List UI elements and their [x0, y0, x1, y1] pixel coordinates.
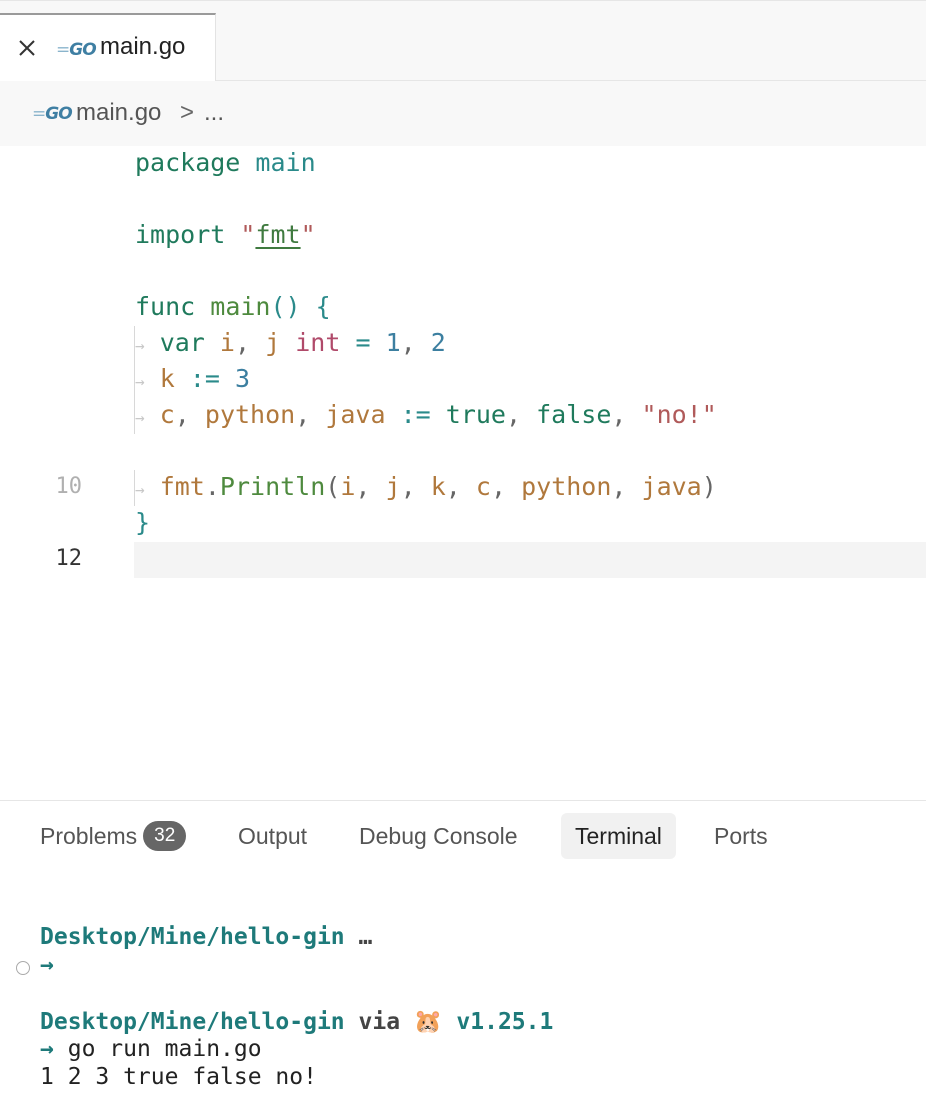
tab-arrow-icon: →	[135, 372, 145, 391]
tab-arrow-icon: →	[135, 480, 145, 499]
chevron-right-icon: >	[180, 99, 195, 126]
code-line: 12	[0, 542, 926, 578]
tab-output[interactable]: Output	[224, 813, 321, 859]
tab-arrow-icon: →	[135, 336, 145, 355]
editor-tab-bar: =GO main.go	[0, 0, 926, 82]
breadcrumb-symbols[interactable]: ...	[204, 99, 224, 127]
line-number: 10	[55, 474, 83, 499]
tab-problems-label: Problems	[40, 823, 138, 849]
tab-problems[interactable]: Problems 32	[26, 813, 200, 859]
breadcrumb: =GO main.go > ...	[0, 81, 926, 146]
line-number: 12	[55, 546, 83, 571]
tab-arrow-icon: →	[135, 408, 145, 427]
code-line: func main() {	[135, 292, 331, 321]
command-status-icon	[16, 961, 30, 975]
terminal-line: →	[40, 952, 54, 978]
tab-label: main.go	[100, 33, 186, 60]
tab-debug-console[interactable]: Debug Console	[345, 813, 532, 859]
code-line: 10 → fmt.Println(i, j, k, c, python, jav…	[0, 470, 926, 506]
breadcrumb-file[interactable]: main.go	[76, 99, 161, 127]
tab-terminal[interactable]: Terminal	[561, 813, 676, 859]
code-line: package main	[135, 148, 316, 177]
go-file-icon: =GO	[56, 40, 97, 60]
go-file-icon: =GO	[32, 104, 73, 124]
problems-count-badge: 32	[143, 820, 187, 851]
code-line: → k := 3	[135, 364, 251, 393]
code-line: → c, python, java := true, false, "no!"	[135, 400, 717, 429]
code-editor[interactable]: package main import "fmt" func main() { …	[0, 146, 926, 800]
code-line: }	[135, 508, 151, 537]
terminal-line[interactable]: → go run main.go	[40, 1036, 262, 1062]
tab-main-go[interactable]: =GO main.go	[0, 13, 216, 82]
gopher-icon: 🐹	[413, 1009, 443, 1035]
close-icon[interactable]	[16, 37, 38, 59]
code-line: → var i, j int = 1, 2	[135, 328, 446, 357]
terminal-line: Desktop/Mine/hello-gin …	[40, 924, 373, 950]
tab-ports[interactable]: Ports	[700, 813, 782, 859]
terminal-output: 1 2 3 true false no!	[40, 1064, 317, 1090]
code-line: import "fmt"	[135, 220, 316, 249]
terminal-line: Desktop/Mine/hello-gin via 🐹 v1.25.1	[40, 1009, 554, 1035]
